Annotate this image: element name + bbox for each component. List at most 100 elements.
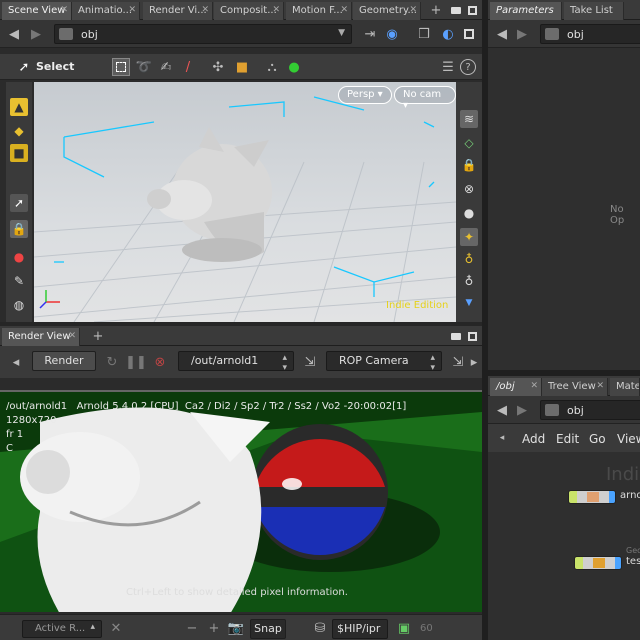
render-image[interactable]: /out/arnold1 Arnold 5.4.0.2 [CPU] Ca2 / … [0,390,482,612]
pin-icon[interactable]: ⇥ [362,26,378,42]
laser-select-icon[interactable]: / [180,59,196,75]
tab-motion-fx[interactable]: Motion F... ✕ [286,2,352,20]
active-render-dropdown[interactable]: Active R... ▴ [22,620,102,638]
close-icon[interactable]: ✕ [128,5,136,15]
maximize-icon[interactable] [464,2,480,18]
tab-obj[interactable]: /obj ✕ [490,378,542,396]
light-off-icon[interactable]: ♁ [460,272,478,290]
network-canvas[interactable]: Indi arnol Geo tes [488,452,640,640]
stop-icon[interactable]: ⊗ [152,354,168,370]
test-geo-node[interactable] [574,556,622,570]
help-icon[interactable]: ? [460,59,476,75]
add-tab-icon[interactable]: + [90,328,106,344]
material-icon[interactable]: ■ [10,144,28,162]
back-arrow-icon[interactable]: ◀ [494,26,510,42]
arnold-node[interactable] [568,490,616,504]
tab-compositing[interactable]: Composit... ✕ [214,2,284,20]
camera-lock-icon[interactable]: ◐ [440,26,456,42]
display-points-icon[interactable]: ◇ [460,134,478,152]
snapshot-camera-icon[interactable]: 📷 [228,620,244,636]
zoom-in-icon[interactable]: + [206,620,222,636]
select-groups-icon[interactable]: ✣ [210,59,226,75]
persp-menu[interactable]: Persp ▾ [338,86,392,104]
zoom-out-icon[interactable]: − [184,620,200,636]
scene-path-field[interactable]: obj ▼ [54,24,352,44]
back-arrow-icon[interactable]: ◀ [6,26,22,42]
menu-view[interactable]: View [617,432,640,446]
collapse-icon[interactable]: ◂ [494,430,510,446]
expand-arrow-icon[interactable]: ▸ [466,354,482,370]
lasso-icon[interactable]: ➰ [136,59,152,75]
secure-selection-icon[interactable]: ⛬ [264,59,280,75]
close-icon[interactable]: ✕ [530,381,538,391]
paint-icon[interactable]: ◆ [10,122,28,140]
ghost-icon[interactable]: ⊗ [460,180,478,198]
network-path-field[interactable]: obj [540,400,640,420]
add-tab-icon[interactable]: + [428,2,444,18]
close-icon[interactable]: ✕ [340,5,348,15]
display-options-icon[interactable]: ☰ [440,59,456,75]
scroll-down-icon[interactable]: ▼ [460,294,478,312]
close-icon[interactable]: ✕ [68,331,76,341]
select-objects-icon[interactable]: ■ [234,59,250,75]
shading-icon[interactable]: ▲ [10,98,28,116]
panel-menu-icon[interactable] [448,328,464,344]
pause-icon[interactable]: ❚❚ [125,354,147,370]
forward-arrow-icon[interactable]: ▶ [514,26,530,42]
hip-path-field[interactable]: $HIP/ipr [332,619,388,639]
menu-edit[interactable]: Edit [556,432,579,446]
handle-icon[interactable]: ✎ [10,272,28,290]
cube-icon[interactable]: ❒ [416,26,432,42]
green-state-icon[interactable]: ● [286,59,302,75]
headlight-icon[interactable]: ♁ [460,250,478,268]
close-icon[interactable]: ✕ [596,381,604,391]
auto-save-icon[interactable]: ▣ [396,620,412,636]
tab-render-view-active[interactable]: Render View ✕ [2,328,80,346]
tab-geometry[interactable]: Geometry... ✕ [353,2,421,20]
tab-material[interactable]: Mater [610,378,640,396]
menu-go[interactable]: Go [589,432,606,446]
pose-icon[interactable]: ● [10,248,28,266]
maximize-icon[interactable] [464,328,480,344]
sphere-display-icon[interactable]: ● [460,204,478,222]
render-button[interactable]: Render [32,351,96,371]
close-icon[interactable]: ✕ [272,5,280,15]
parameters-path-field[interactable]: obj [540,24,640,44]
snap-button[interactable]: Snap [250,619,286,639]
close-icon[interactable]: ✕ [201,5,209,15]
back-arrow-icon[interactable]: ◀ [494,402,510,418]
forward-arrow-icon[interactable]: ▶ [28,26,44,42]
display-layers-icon[interactable]: ≋ [460,110,478,128]
tab-scene-view[interactable]: Scene View ✕ [2,2,72,20]
pointer-icon[interactable]: ➚ [10,194,28,212]
lock-icon[interactable]: 🔒 [10,220,28,238]
camera-menu[interactable]: No cam ▾ [394,86,456,111]
tab-animation[interactable]: Animatio... ✕ [72,2,140,20]
collapse-arrow-icon[interactable]: ◂ [8,354,24,370]
box-select-icon[interactable] [112,58,130,76]
scene-viewport[interactable]: Persp ▾ No cam ▾ Indie Edition [34,82,456,322]
brush-select-icon[interactable]: ✍ [158,59,174,75]
rop-path-dropdown[interactable]: /out/arnold1 ▴ ▾ [178,351,294,373]
close-icon[interactable]: ✕ [409,5,417,15]
jump-to-camera-icon[interactable]: ⇲ [450,354,466,370]
tab-render-view[interactable]: Render Vi... ✕ [143,2,213,20]
tab-tree-view[interactable]: Tree View ✕ [542,378,608,396]
close-snapshot-icon[interactable]: ✕ [108,620,124,636]
panel-menu-icon[interactable] [448,2,464,18]
lock-view-icon[interactable]: 🔒 [460,156,478,174]
menu-add[interactable]: Add [522,432,545,446]
tab-take-list[interactable]: Take List [564,2,624,20]
refresh-icon[interactable]: ↻ [104,354,120,370]
link-icon[interactable]: ◉ [384,26,400,42]
viewport-layout-icon[interactable] [461,26,477,42]
save-icon[interactable]: ⛁ [312,620,328,636]
light-icon[interactable]: ✦ [460,228,478,246]
forward-arrow-icon[interactable]: ▶ [514,402,530,418]
tab-parameters[interactable]: Parameters [490,2,562,20]
jump-to-rop-icon[interactable]: ⇲ [302,354,318,370]
close-icon[interactable]: ✕ [60,5,68,15]
camera-dropdown[interactable]: ROP Camera ▴ ▾ [326,351,442,373]
select-arrow-icon[interactable]: ➚ [16,59,32,75]
sphere-tool-icon[interactable]: ◍ [10,296,28,314]
